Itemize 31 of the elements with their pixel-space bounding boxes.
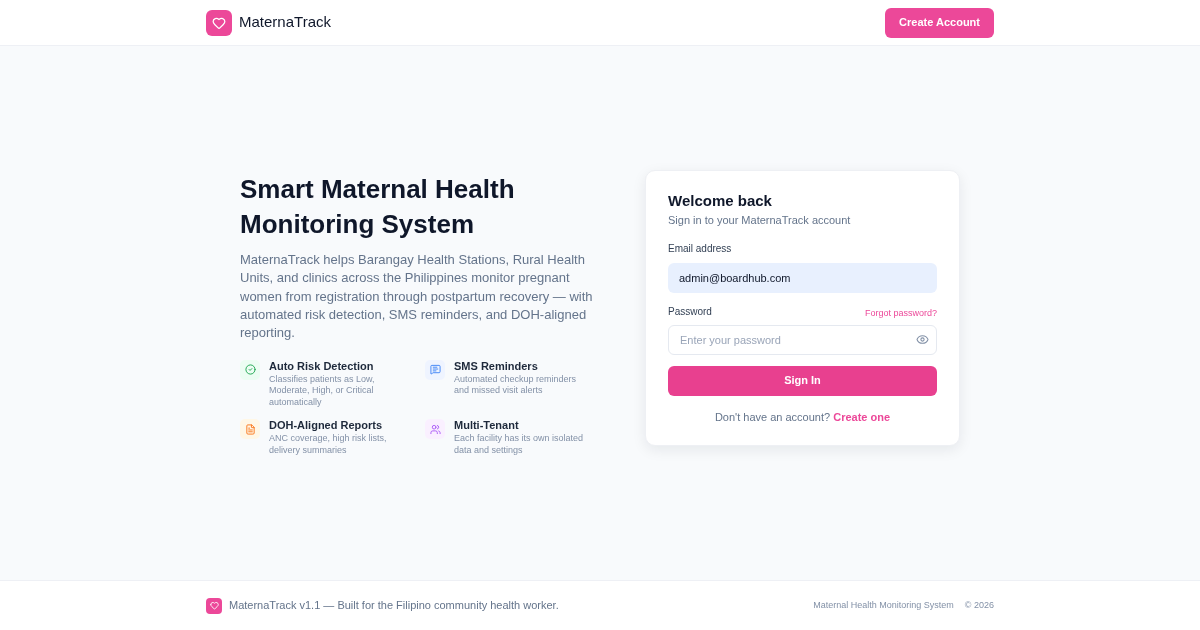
eye-icon[interactable]: [916, 333, 929, 347]
forgot-password-link[interactable]: Forgot password?: [864, 306, 937, 319]
copyright: © 2026: [964, 598, 994, 612]
heart-logo-icon: [206, 597, 222, 614]
card-subtitle: Sign in to your MaternaTrack account: [668, 212, 852, 228]
email-field[interactable]: admin@boardhub.com: [668, 262, 937, 293]
email-label: Email address: [668, 241, 733, 256]
footer-tagline: Maternal Health Monitoring System: [813, 598, 954, 612]
create-account-button[interactable]: Create Account: [885, 7, 994, 38]
heart-logo-icon: [206, 9, 232, 36]
brand-name: MaternaTrack: [239, 12, 331, 33]
hero-title: Smart Maternal Health Monitoring System: [240, 172, 516, 241]
feature-description: Automated checkup reminders and missed visit alerts: [454, 373, 578, 397]
feature-title: SMS Reminders: [454, 358, 539, 373]
create-one-link[interactable]: Create one: [833, 410, 891, 423]
document-icon: [240, 419, 260, 440]
footer-text: MaternaTrack v1.1 — Built for the Filipino community health worker.: [229, 598, 559, 614]
users-icon: [425, 419, 445, 440]
signup-prompt: Don't have an account? Create one: [713, 409, 892, 425]
password-field[interactable]: Enter your password: [668, 324, 937, 355]
feature-description: Each facility has its own isolated data and settings: [454, 433, 585, 457]
feature-description: ANC coverage, high risk lists, delivery summaries: [269, 433, 388, 457]
card-title: Welcome back: [668, 190, 773, 211]
password-label: Password: [668, 304, 712, 319]
hero-description: MaternaTrack helps Barangay Health Stations, Rural Health Units, and clinics across the Philippines monitor pregnant women from registration through postpartum recovery — with automated risk detection, SMS reminders, and DOH-aligned reporting.: [240, 250, 594, 343]
feature-title: Auto Risk Detection: [269, 358, 375, 373]
sign-in-button[interactable]: Sign In: [668, 365, 937, 396]
feature-title: DOH-Aligned Reports: [269, 418, 384, 433]
feature-description: Classifies patients as Low, Moderate, High, or Critical automatically: [269, 373, 376, 409]
feature-title: Multi-Tenant: [454, 418, 520, 433]
message-icon: [425, 359, 445, 380]
